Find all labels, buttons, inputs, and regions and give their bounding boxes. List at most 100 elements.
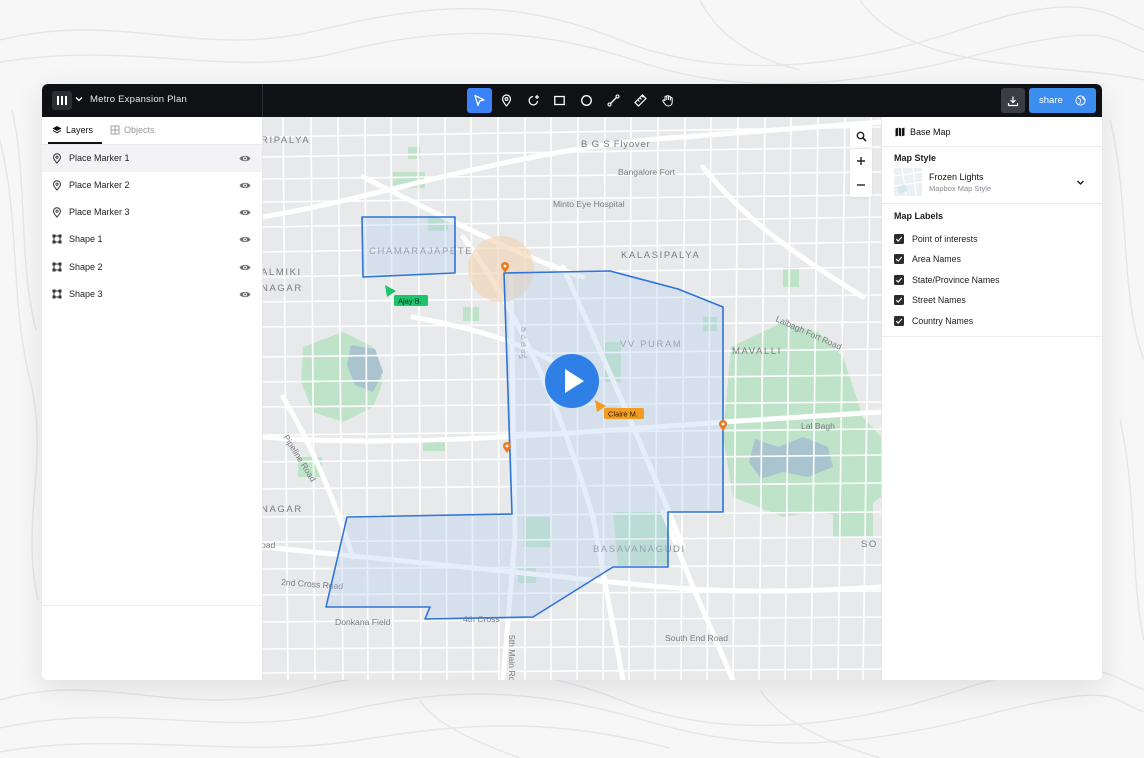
label-option-poi[interactable]: Point of interests bbox=[894, 232, 978, 246]
share-button[interactable]: share bbox=[1029, 88, 1096, 113]
map-label: KALASIPALYA bbox=[621, 250, 700, 261]
plus-icon bbox=[857, 157, 865, 165]
layer-label: Shape 3 bbox=[69, 289, 103, 299]
eye-icon[interactable] bbox=[239, 235, 251, 244]
divider bbox=[882, 336, 1102, 337]
checkbox-label: Street Names bbox=[912, 295, 966, 305]
tab-objects-label: Objects bbox=[124, 125, 155, 135]
map-svg[interactable]: RIPALYA B G S Flyover Bangalore Fort Min… bbox=[263, 117, 881, 680]
search-icon bbox=[856, 131, 867, 142]
drawing-toolbar bbox=[467, 88, 681, 113]
eye-icon[interactable] bbox=[239, 290, 251, 299]
pan-tool-button[interactable] bbox=[655, 88, 680, 113]
divider bbox=[42, 605, 262, 606]
circle-tool-button[interactable] bbox=[574, 88, 599, 113]
check-icon bbox=[895, 318, 903, 324]
map-label: NAGAR bbox=[263, 504, 303, 515]
cursor-icon bbox=[474, 94, 485, 107]
marker-tool-button[interactable] bbox=[494, 88, 519, 113]
layer-place-marker-1[interactable]: Place Marker 1 bbox=[42, 145, 262, 172]
map-controls bbox=[850, 125, 872, 199]
style-thumbnail bbox=[894, 168, 922, 196]
map-label: 5th Main Ro bbox=[507, 635, 517, 680]
checkbox[interactable] bbox=[894, 254, 904, 264]
tab-objects[interactable]: Objects bbox=[110, 125, 155, 135]
layer-shape-2[interactable]: Shape 2 bbox=[42, 254, 262, 281]
pin-icon bbox=[501, 94, 511, 107]
line-tool-button[interactable] bbox=[601, 88, 626, 113]
lasso-tool-button[interactable] bbox=[521, 88, 546, 113]
checkbox[interactable] bbox=[894, 316, 904, 326]
layer-label: Place Marker 1 bbox=[69, 153, 130, 163]
base-map-header: Base Map bbox=[895, 127, 951, 137]
download-button[interactable] bbox=[1001, 88, 1025, 113]
layer-place-marker-2[interactable]: Place Marker 2 bbox=[42, 172, 262, 199]
download-icon bbox=[1007, 96, 1019, 106]
map-label: RIPALYA bbox=[263, 135, 310, 146]
hand-icon bbox=[661, 95, 673, 107]
map-label: Bangalore Fort bbox=[618, 167, 675, 177]
checkbox-label: Country Names bbox=[912, 316, 974, 326]
divider bbox=[882, 146, 1102, 147]
layer-shape-3[interactable]: Shape 3 bbox=[42, 281, 262, 308]
checkbox-label: State/Province Names bbox=[912, 275, 1000, 285]
line-icon bbox=[607, 94, 620, 107]
eye-icon[interactable] bbox=[239, 263, 251, 272]
map-canvas[interactable]: RIPALYA B G S Flyover Bangalore Fort Min… bbox=[263, 117, 881, 680]
label-option-area[interactable]: Area Names bbox=[894, 252, 961, 266]
document-title[interactable]: Metro Expansion Plan bbox=[90, 94, 187, 105]
checkbox[interactable] bbox=[894, 234, 904, 244]
checkbox-label: Area Names bbox=[912, 254, 961, 264]
zoom-out-button[interactable] bbox=[856, 173, 866, 197]
chevron-down-icon[interactable] bbox=[75, 95, 83, 103]
shape-icon bbox=[52, 234, 62, 244]
check-icon bbox=[895, 297, 903, 303]
rectangle-tool-button[interactable] bbox=[547, 88, 572, 113]
app-window: Metro Expansion Plan share Layers Object… bbox=[42, 84, 1102, 680]
rectangle-icon bbox=[554, 95, 566, 106]
logo-icon bbox=[57, 96, 67, 105]
user-label: Ajay B. bbox=[398, 297, 422, 306]
layers-icon bbox=[52, 126, 62, 134]
zoom-in-button[interactable] bbox=[856, 149, 866, 173]
map-label: SO bbox=[861, 539, 878, 550]
active-tab-indicator bbox=[48, 142, 102, 144]
label-option-street[interactable]: Street Names bbox=[894, 293, 966, 307]
map-search-button[interactable] bbox=[850, 125, 872, 147]
panel-tabs: Layers Objects bbox=[42, 117, 262, 145]
minus-icon bbox=[857, 184, 865, 186]
map-label: Minto Eye Hospital bbox=[553, 199, 625, 209]
select-tool-button[interactable] bbox=[467, 88, 492, 113]
eye-icon[interactable] bbox=[239, 181, 251, 190]
eye-icon[interactable] bbox=[239, 208, 251, 217]
shape-1-polygon[interactable] bbox=[361, 216, 456, 278]
label-option-state[interactable]: State/Province Names bbox=[894, 273, 1000, 287]
checkbox[interactable] bbox=[894, 295, 904, 305]
user-label: Claire M. bbox=[608, 410, 638, 419]
circle-icon bbox=[581, 95, 593, 106]
lasso-icon bbox=[528, 95, 539, 106]
tab-layers[interactable]: Layers bbox=[52, 125, 93, 135]
map-label: Lal Bagh bbox=[801, 421, 835, 431]
app-logo[interactable] bbox=[52, 91, 72, 110]
map-label: MAVALLI bbox=[732, 346, 782, 357]
grid-icon bbox=[110, 125, 120, 135]
map-label: B G S Flyover bbox=[581, 139, 651, 150]
layer-place-marker-3[interactable]: Place Marker 3 bbox=[42, 199, 262, 226]
base-map-label: Base Map bbox=[910, 127, 951, 137]
play-button[interactable] bbox=[545, 354, 599, 408]
eye-icon[interactable] bbox=[239, 154, 251, 163]
layer-shape-1[interactable]: Shape 1 bbox=[42, 226, 262, 253]
layers-panel: Layers Objects Place Marker 1 Place Mark… bbox=[42, 117, 263, 680]
measure-tool-button[interactable] bbox=[628, 88, 653, 113]
divider bbox=[882, 203, 1102, 204]
label-option-country[interactable]: Country Names bbox=[894, 314, 973, 328]
pin-icon bbox=[52, 180, 62, 191]
check-icon bbox=[895, 277, 903, 283]
checkbox[interactable] bbox=[894, 275, 904, 285]
style-subtitle: Mapbox Map Style bbox=[929, 184, 992, 193]
layer-label: Shape 2 bbox=[69, 262, 103, 272]
pin-icon bbox=[52, 153, 62, 164]
divider bbox=[262, 84, 263, 117]
chevron-down-icon[interactable] bbox=[1076, 178, 1085, 187]
